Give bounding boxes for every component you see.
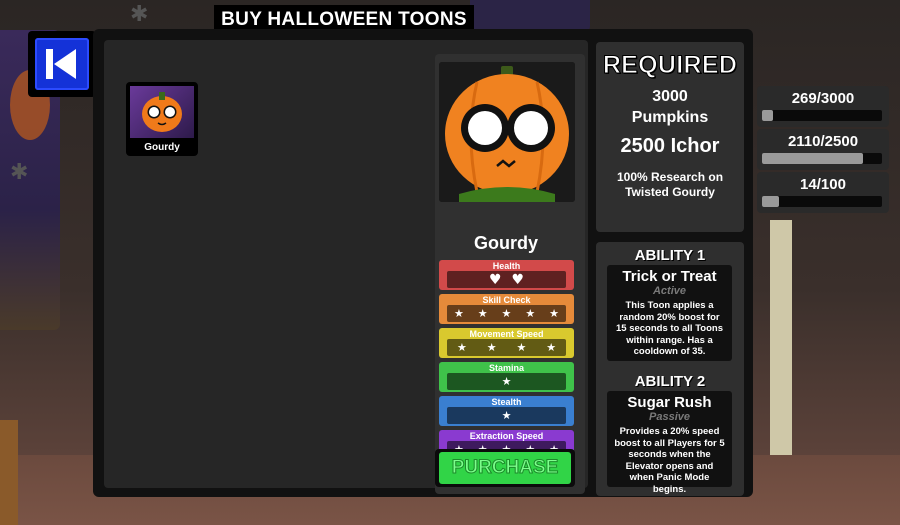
- progress-pumpkins: 269/3000: [757, 86, 889, 127]
- toon-card-label: Gourdy: [144, 142, 180, 153]
- ability-type: Active: [652, 285, 687, 297]
- star-icon: ★: [549, 307, 560, 320]
- ability-description: This Toon applies a random 20% boost for…: [616, 300, 723, 357]
- stat-label: Stealth: [491, 397, 522, 407]
- stat-rating: ★ ★ ★ ★: [447, 339, 566, 356]
- requirements-title: REQUIRED: [602, 51, 738, 80]
- progress-fill: [762, 153, 863, 164]
- stat-label: Health: [492, 261, 521, 271]
- abilities-panel: ABILITY 1 Trick or Treat Active This Too…: [596, 242, 744, 496]
- purchase-label: PURCHASE: [451, 457, 559, 479]
- ability-1-heading: ABILITY 1: [634, 247, 706, 264]
- ability-name: Sugar Rush: [627, 394, 712, 411]
- toon-portrait: [439, 62, 575, 202]
- progress-track: [762, 153, 882, 164]
- purchase-button[interactable]: PURCHASE: [435, 449, 575, 487]
- requirement-ichor: 2500 Ichor: [620, 135, 720, 157]
- ability-2-card: Sugar Rush Passive Provides a 20% speed …: [607, 391, 732, 495]
- star-icon: ★: [456, 341, 467, 354]
- progress-text: 2110/2500: [787, 133, 859, 150]
- progress-research: 14/100: [757, 172, 889, 213]
- background-post: [770, 220, 792, 460]
- ability-description: Provides a 20% speed boost to all Player…: [614, 426, 725, 495]
- stat-label: Movement Speed: [469, 329, 544, 339]
- stat-rating: ★: [447, 407, 566, 424]
- toon-name: Gourdy: [473, 233, 538, 253]
- toon-details: Gourdy Health ♥ ♥ Skill Check ★ ★ ★ ★ ★ Movem…: [435, 54, 585, 494]
- ability-1-card: Trick or Treat Active This Toon applies …: [607, 265, 732, 361]
- toon-thumbnail: [130, 86, 194, 138]
- progress-fill: [762, 196, 779, 207]
- star-icon: ★: [477, 307, 488, 320]
- star-icon: ★: [453, 307, 464, 320]
- cobweb-icon: ✱: [130, 2, 149, 27]
- stat-rating: ★: [447, 373, 566, 390]
- ability-name: Trick or Treat: [622, 268, 717, 285]
- requirement-pumpkins-amount: 3000: [652, 88, 688, 105]
- requirements-panel: REQUIRED 3000 Pumpkins 2500 Ichor 100% R…: [596, 42, 744, 232]
- stat-label: Skill Check: [482, 295, 531, 305]
- cobweb-icon: ✱: [10, 160, 29, 185]
- stat-label: Extraction Speed: [469, 431, 544, 441]
- stat-rating: ♥ ♥: [447, 271, 566, 288]
- back-icon: [35, 38, 89, 90]
- progress-text: 269/3000: [791, 90, 855, 107]
- progress-track: [762, 196, 882, 207]
- stat-skill-check: Skill Check ★ ★ ★ ★ ★: [439, 294, 574, 324]
- star-icon: ★: [516, 341, 527, 354]
- progress-fill: [762, 110, 773, 121]
- progress-text: 14/100: [800, 176, 846, 193]
- toon-card-gourdy[interactable]: Gourdy: [126, 82, 198, 156]
- ability-2-heading: ABILITY 2: [634, 373, 706, 390]
- background-frame: [470, 0, 590, 32]
- star-icon: ★: [501, 307, 512, 320]
- star-icon: ★: [501, 375, 512, 388]
- ability-type: Passive: [649, 411, 690, 423]
- progress-track: [762, 110, 882, 121]
- background-crate: [0, 420, 18, 525]
- heart-icon: ♥: [488, 271, 502, 288]
- stat-stealth: Stealth ★: [439, 396, 574, 426]
- stat-label: Stamina: [488, 363, 524, 373]
- back-button[interactable]: [28, 31, 96, 97]
- star-icon: ★: [501, 409, 512, 422]
- star-icon: ★: [486, 341, 497, 354]
- requirement-research: 100% Research on Twisted Gourdy: [616, 170, 724, 199]
- heart-icon: ♥: [511, 271, 525, 288]
- stat-movement-speed: Movement Speed ★ ★ ★ ★: [439, 328, 574, 358]
- stat-stamina: Stamina ★: [439, 362, 574, 392]
- stat-rating: ★ ★ ★ ★ ★: [447, 305, 566, 322]
- stat-health: Health ♥ ♥: [439, 260, 574, 290]
- star-icon: ★: [546, 341, 557, 354]
- progress-ichor: 2110/2500: [757, 129, 889, 170]
- star-icon: ★: [525, 307, 536, 320]
- requirement-pumpkins-label: Pumpkins: [631, 109, 709, 126]
